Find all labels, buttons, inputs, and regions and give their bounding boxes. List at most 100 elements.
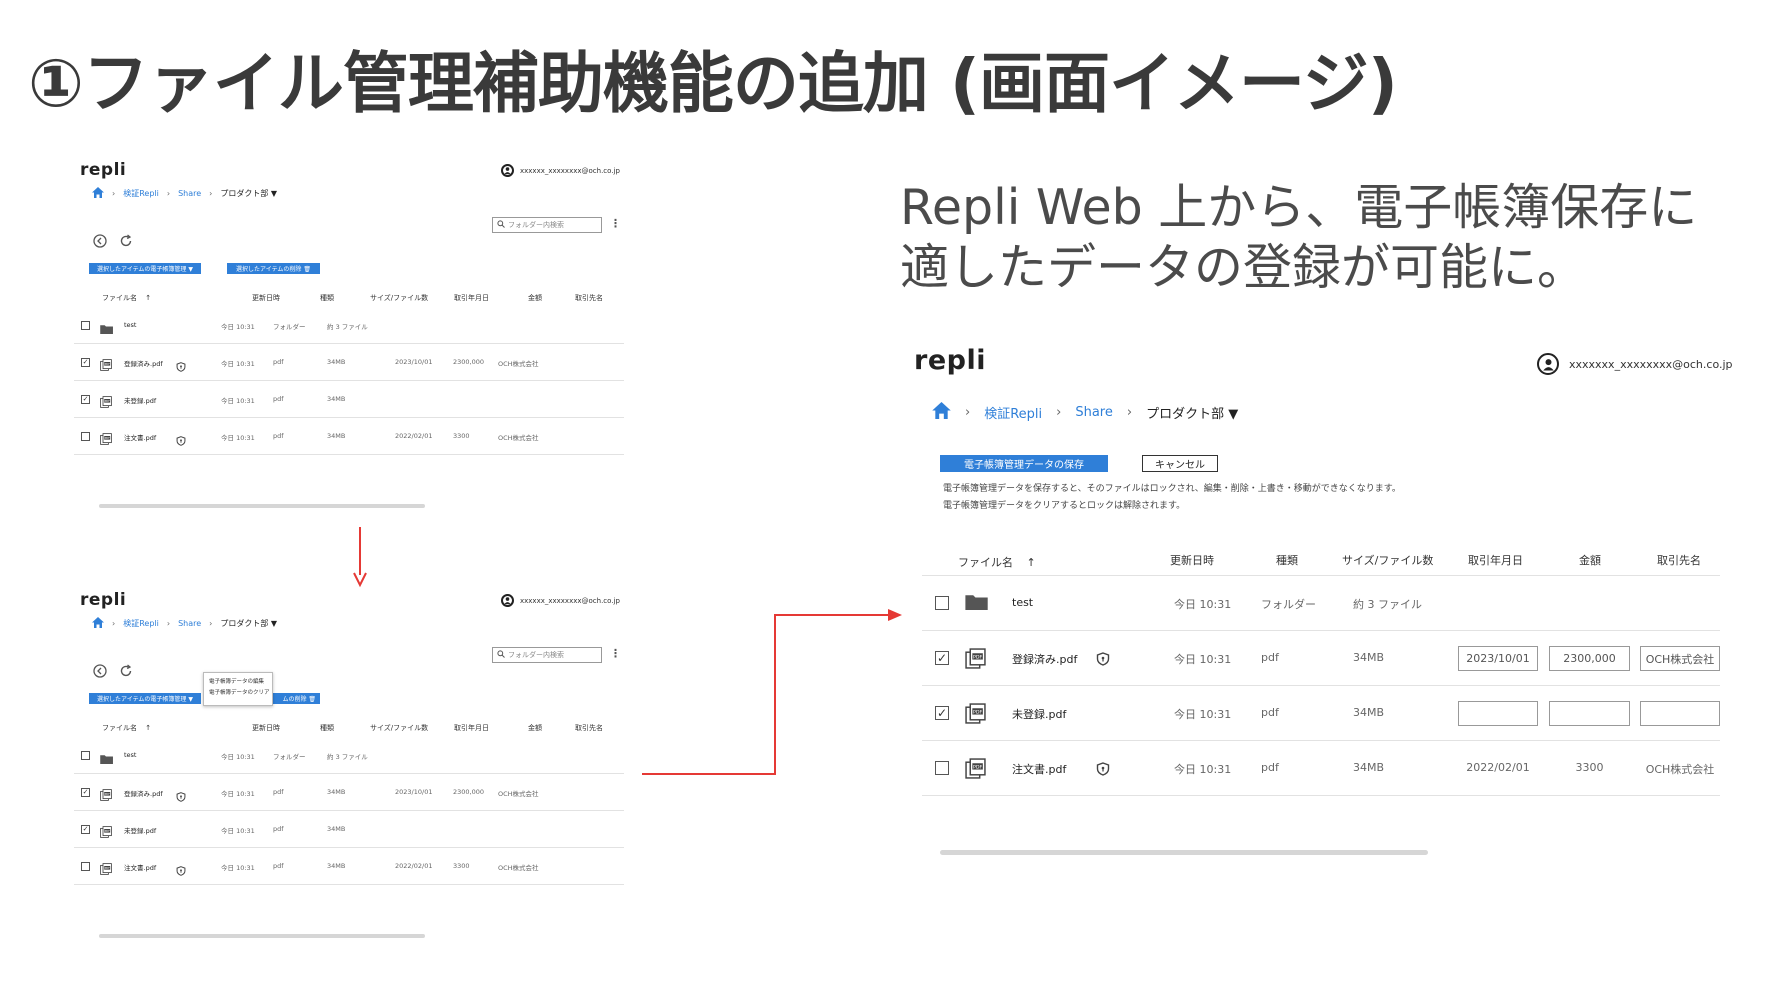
column-header-updated[interactable]: 更新日時 (1170, 552, 1214, 568)
breadcrumb-item-share[interactable]: Share (178, 619, 201, 628)
horizontal-scrollbar[interactable] (940, 850, 1428, 855)
partner-name-input[interactable] (1640, 701, 1720, 726)
table-row[interactable] (74, 418, 624, 455)
horizontal-scrollbar[interactable] (99, 504, 425, 508)
file-name: 注文書.pdf (124, 863, 157, 872)
menu-item-edit-edoc[interactable]: 電子帳簿データの編集 (209, 677, 267, 688)
account-menu[interactable]: xxxxxx_xxxxxxxx@och.co.jp (501, 164, 620, 177)
edoc-manage-button[interactable]: 選択したアイテムの電子帳簿管理 ▼ (89, 693, 201, 704)
row-checkbox[interactable] (935, 596, 949, 610)
column-header-name[interactable]: ファイル名 ↑ (958, 554, 1036, 570)
more-options-icon[interactable]: ⋮ (610, 647, 621, 660)
file-name: test (124, 750, 137, 759)
file-type: pdf (273, 431, 284, 440)
refresh-icon[interactable] (119, 233, 133, 252)
user-avatar-icon (501, 164, 514, 177)
updated-time: 今日 10:31 (221, 433, 255, 442)
table-row[interactable] (74, 811, 624, 848)
column-header-type[interactable]: 種類 (1276, 552, 1298, 568)
menu-item-clear-edoc[interactable]: 電子帳簿データのクリア (209, 688, 270, 699)
transaction-date-input[interactable] (1458, 701, 1538, 726)
row-checkbox[interactable] (81, 320, 90, 330)
row-checkbox[interactable] (81, 431, 90, 441)
slide-description: Repli Web 上から、電子帳簿保存に 適したデータの登録が可能に。 (900, 178, 1760, 298)
folder-search-input[interactable]: フォルダー内検索 (492, 217, 602, 233)
table-row[interactable] (74, 848, 624, 885)
row-checkbox[interactable] (81, 750, 90, 760)
row-checkbox[interactable]: ✓ (935, 706, 949, 720)
column-header-date[interactable]: 取引年月日 (454, 293, 489, 303)
column-header-name[interactable]: ファイル名 ↑ (102, 293, 151, 303)
row-checkbox[interactable] (935, 761, 949, 775)
account-menu[interactable]: xxxxxx_xxxxxxxx@och.co.jp (501, 594, 620, 607)
column-header-partner[interactable]: 取引先名 (575, 723, 603, 733)
column-header-updated[interactable]: 更新日時 (252, 293, 280, 303)
column-header-amount[interactable]: 金額 (1579, 552, 1601, 568)
row-checkbox[interactable]: ✓ (81, 394, 90, 404)
column-header-size[interactable]: サイズ/ファイル数 (370, 723, 428, 733)
column-header-date[interactable]: 取引年月日 (1468, 552, 1523, 568)
breadcrumb-item-verify-repli[interactable]: 検証Repli (123, 188, 159, 199)
file-size: 34MB (327, 431, 346, 440)
column-header-type[interactable]: 種類 (320, 293, 334, 303)
breadcrumb-item-verify-repli[interactable]: 検証Repli (123, 618, 159, 629)
edoc-manage-button[interactable]: 選択したアイテムの電子帳簿管理 ▼ (89, 263, 201, 274)
breadcrumb-item-product-dept[interactable]: プロダクト部 ▼ (220, 618, 277, 629)
refresh-icon[interactable] (119, 663, 133, 682)
transaction-date-input[interactable]: 2023/10/01 (1458, 646, 1538, 671)
amount: 3300 (1575, 760, 1604, 774)
column-header-amount[interactable]: 金額 (528, 293, 542, 303)
breadcrumb-item-verify-repli[interactable]: 検証Repli (984, 403, 1042, 422)
svg-text:PDF: PDF (105, 792, 111, 796)
column-header-type[interactable]: 種類 (320, 723, 334, 733)
home-icon[interactable] (92, 617, 104, 630)
chevron-right-icon: › (209, 189, 213, 198)
home-icon[interactable] (932, 402, 951, 423)
home-icon[interactable] (92, 187, 104, 200)
account-menu[interactable]: xxxxxxx_xxxxxxxx@och.co.jp (1537, 353, 1733, 375)
slide-title: ①ファイル管理補助機能の追加 (画面イメージ) (28, 45, 1398, 122)
more-options-icon[interactable]: ⋮ (610, 217, 621, 230)
column-header-updated[interactable]: 更新日時 (252, 723, 280, 733)
row-checkbox[interactable] (81, 861, 90, 871)
breadcrumb-item-product-dept[interactable]: プロダクト部 ▼ (220, 188, 277, 199)
amount-input[interactable] (1549, 701, 1630, 726)
file-size: 34MB (327, 861, 346, 870)
column-header-size[interactable]: サイズ/ファイル数 (370, 293, 428, 303)
column-header-partner[interactable]: 取引先名 (1657, 552, 1701, 568)
file-type: フォルダー (273, 322, 306, 331)
file-name: 未登録.pdf (124, 396, 157, 405)
column-header-amount[interactable]: 金額 (528, 723, 542, 733)
delete-items-button[interactable]: ムの削除 🗑 (271, 693, 320, 704)
save-edoc-data-button[interactable]: 電子帳簿管理データの保存 (940, 455, 1108, 472)
updated-time: 今日 10:31 (1174, 597, 1232, 611)
horizontal-scrollbar[interactable] (99, 934, 425, 938)
column-header-partner[interactable]: 取引先名 (575, 293, 603, 303)
breadcrumb-item-share[interactable]: Share (178, 189, 201, 198)
table-row[interactable] (74, 381, 624, 418)
partner-name-input[interactable]: OCH株式会社 (1640, 646, 1720, 671)
cancel-button[interactable]: キャンセル (1142, 455, 1218, 472)
column-header-name[interactable]: ファイル名 ↑ (102, 723, 151, 733)
pdf-file-icon: PDF (965, 757, 986, 783)
search-icon (497, 650, 505, 660)
down-arrow-connector (353, 527, 367, 588)
amount-input[interactable]: 2300,000 (1549, 646, 1630, 671)
row-checkbox[interactable]: ✓ (935, 651, 949, 665)
lock-shield-icon (176, 357, 186, 376)
row-checkbox[interactable]: ✓ (81, 824, 90, 834)
breadcrumb-item-share[interactable]: Share (1075, 405, 1113, 420)
column-header-size[interactable]: サイズ/ファイル数 (1342, 552, 1433, 568)
column-header-date[interactable]: 取引年月日 (454, 723, 489, 733)
row-checkbox[interactable]: ✓ (81, 357, 90, 367)
account-email: xxxxxx_xxxxxxxx@och.co.jp (520, 596, 620, 605)
back-icon[interactable] (93, 663, 107, 682)
back-icon[interactable] (93, 233, 107, 252)
delete-items-button[interactable]: 選択したアイテムの削除 🗑 (227, 263, 320, 274)
row-checkbox[interactable]: ✓ (81, 787, 90, 797)
transaction-date: 2022/02/01 (395, 861, 433, 870)
folder-search-input[interactable]: フォルダー内検索 (492, 647, 602, 663)
breadcrumb-item-product-dept[interactable]: プロダクト部 ▼ (1146, 403, 1238, 422)
partner-name: OCH株式会社 (498, 433, 539, 442)
table-row[interactable] (922, 576, 1720, 631)
